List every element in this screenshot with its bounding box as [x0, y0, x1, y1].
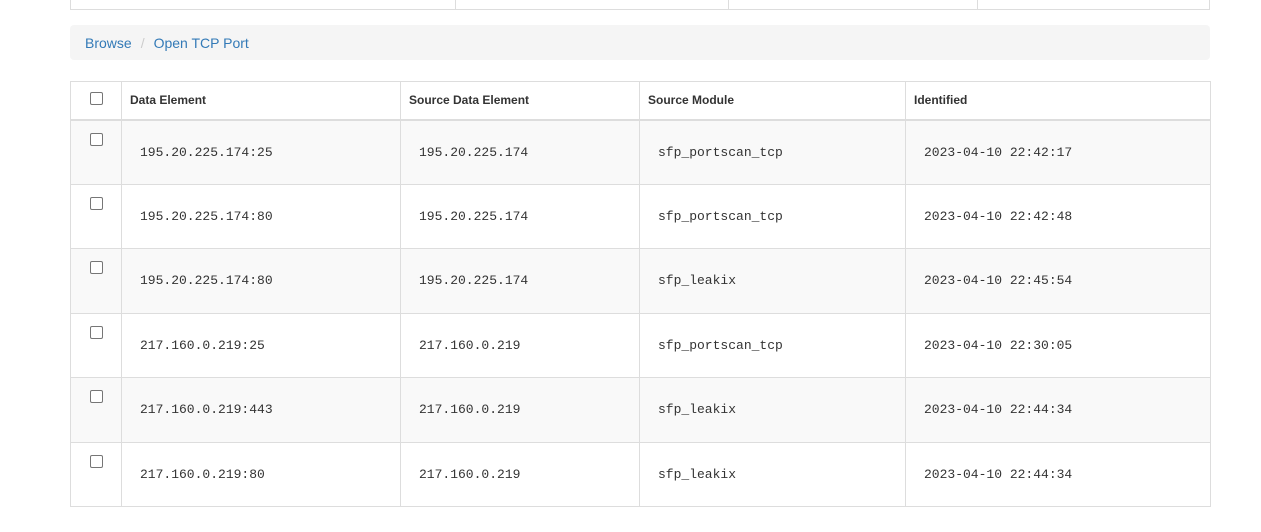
table-cell: [71, 0, 456, 9]
breadcrumb-separator: /: [140, 34, 145, 51]
source-module-cell: sfp_portscan_tcp: [639, 119, 906, 185]
header-data-element[interactable]: Data Element: [121, 81, 401, 121]
row-select-cell: [70, 377, 122, 443]
data-element-cell: 195.20.225.174:80: [121, 248, 401, 314]
identified-cell: 2023-04-10 22:30:05: [905, 312, 1211, 378]
table-cell: [978, 0, 1209, 9]
row-checkbox[interactable]: [89, 261, 103, 274]
source-module-cell: sfp_leakix: [639, 441, 906, 507]
data-element-cell: 195.20.225.174:25: [121, 119, 401, 185]
source-module-cell: sfp_portscan_tcp: [639, 183, 906, 249]
table-row: 195.20.225.174:80 195.20.225.174 sfp_lea…: [70, 248, 1211, 314]
row-select-cell: [70, 119, 122, 185]
breadcrumb-open-tcp-port-link[interactable]: Open TCP Port: [154, 35, 249, 51]
table-row: 217.160.0.219:443 217.160.0.219 sfp_leak…: [70, 377, 1211, 443]
source-data-element-cell: 195.20.225.174: [400, 248, 640, 314]
identified-cell: 2023-04-10 22:42:48: [905, 183, 1211, 249]
header-source-module[interactable]: Source Module: [639, 81, 906, 121]
row-checkbox[interactable]: [89, 454, 103, 468]
table-row: 195.20.225.174:25 195.20.225.174 sfp_por…: [70, 119, 1211, 185]
source-data-element-cell: 217.160.0.219: [400, 441, 640, 507]
breadcrumb: Browse / Open TCP Port: [70, 25, 1210, 60]
source-module-cell: sfp_portscan_tcp: [639, 312, 906, 378]
source-data-element-cell: 217.160.0.219: [400, 377, 640, 443]
table-header-row: Data Element Source Data Element Source …: [70, 81, 1211, 121]
data-element-cell: 217.160.0.219:80: [121, 441, 401, 507]
source-data-element-cell: 217.160.0.219: [400, 312, 640, 378]
results-table: Data Element Source Data Element Source …: [70, 81, 1211, 507]
select-all-checkbox[interactable]: [89, 92, 103, 106]
row-checkbox[interactable]: [89, 132, 103, 146]
data-element-cell: 217.160.0.219:25: [121, 312, 401, 378]
row-checkbox[interactable]: [89, 325, 103, 339]
identified-cell: 2023-04-10 22:44:34: [905, 377, 1211, 443]
identified-cell: 2023-04-10 22:42:17: [905, 119, 1211, 185]
source-module-cell: sfp_leakix: [639, 377, 906, 443]
table-row: 195.20.225.174:80 195.20.225.174 sfp_por…: [70, 183, 1211, 249]
previous-table-bottom: [70, 0, 1210, 10]
table-cell: [456, 0, 729, 9]
row-select-cell: [70, 248, 122, 314]
source-module-cell: sfp_leakix: [639, 248, 906, 314]
data-element-cell: 195.20.225.174:80: [121, 183, 401, 249]
identified-cell: 2023-04-10 22:45:54: [905, 248, 1211, 314]
row-checkbox[interactable]: [89, 196, 103, 210]
table-row: 217.160.0.219:80 217.160.0.219 sfp_leaki…: [70, 441, 1211, 507]
row-select-cell: [70, 183, 122, 249]
select-all-header: [70, 81, 122, 121]
source-data-element-cell: 195.20.225.174: [400, 183, 640, 249]
row-select-cell: [70, 441, 122, 507]
table-cell: [729, 0, 978, 9]
row-select-cell: [70, 312, 122, 378]
breadcrumb-browse-link[interactable]: Browse: [85, 35, 132, 51]
table-row: 217.160.0.219:25 217.160.0.219 sfp_ports…: [70, 312, 1211, 378]
source-data-element-cell: 195.20.225.174: [400, 119, 640, 185]
identified-cell: 2023-04-10 22:44:34: [905, 441, 1211, 507]
data-element-cell: 217.160.0.219:443: [121, 377, 401, 443]
header-identified[interactable]: Identified: [905, 81, 1211, 121]
row-checkbox[interactable]: [89, 390, 103, 403]
header-source-data-element[interactable]: Source Data Element: [400, 81, 640, 121]
